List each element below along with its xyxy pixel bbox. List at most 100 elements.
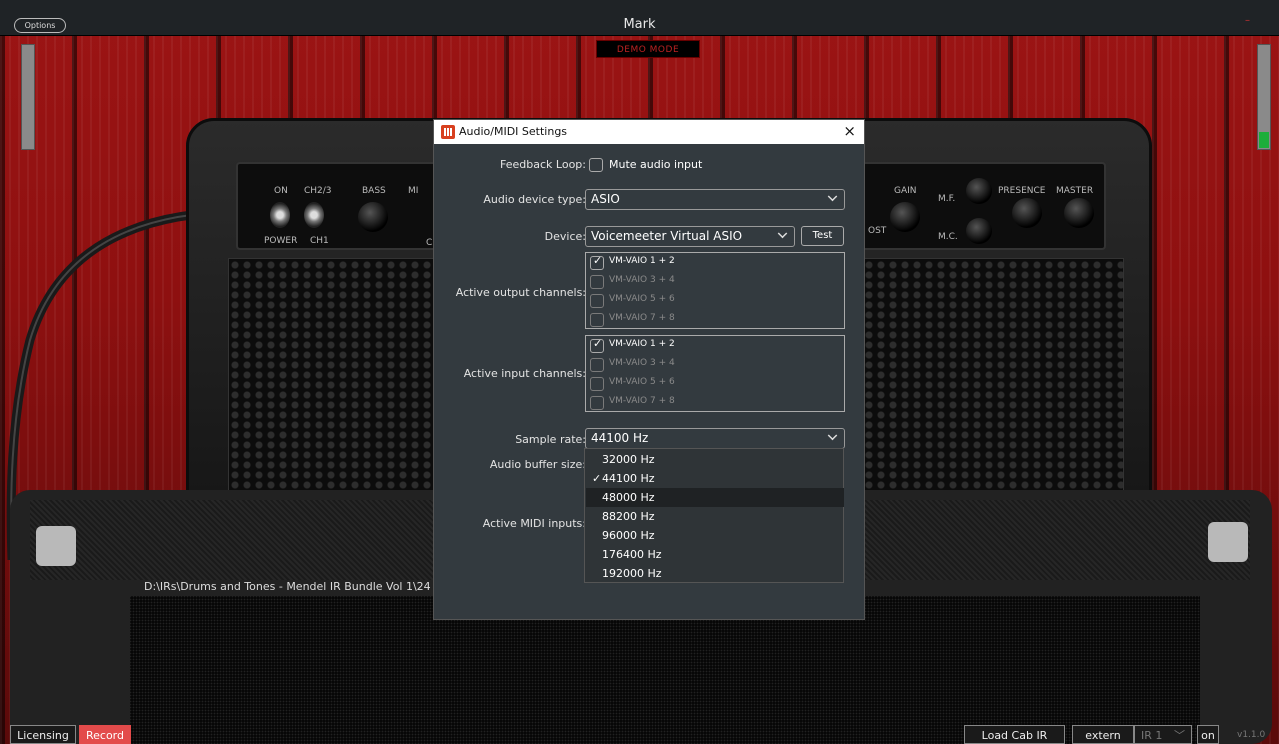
licensing-button[interactable]: Licensing <box>10 725 76 744</box>
input-level-meter <box>21 44 35 150</box>
input-channel-checkbox[interactable] <box>590 377 604 391</box>
mute-audio-label: Mute audio input <box>609 158 703 171</box>
amp-label-on: ON <box>274 186 288 196</box>
output-channel-checkbox[interactable] <box>590 313 604 327</box>
amp-label-gain: GAIN <box>894 186 917 196</box>
amp-label-mc: M.C. <box>938 232 958 242</box>
amp-label-mid: MI <box>408 186 419 196</box>
presence-knob[interactable] <box>1012 198 1042 228</box>
feedback-loop-label: Feedback Loop: <box>500 158 586 171</box>
sample-rate-combo[interactable]: 44100 Hz <box>585 428 845 449</box>
chevron-down-icon <box>827 430 838 441</box>
buffer-size-label: Audio buffer size: <box>489 458 586 471</box>
master-knob[interactable] <box>1064 198 1094 228</box>
power-toggle-switch[interactable] <box>270 202 290 228</box>
output-channel-name: VM-VAIO 1 + 2 <box>609 256 675 266</box>
title-bar: Options Mark – <box>0 0 1279 36</box>
device-type-combo[interactable]: ASIO <box>585 189 845 210</box>
output-channels-list: VM-VAIO 1 + 2 VM-VAIO 3 + 4 VM-VAIO 5 + … <box>585 252 845 329</box>
sample-rate-option[interactable]: 192000 Hz <box>586 564 844 583</box>
sample-rate-option[interactable]: 32000 Hz <box>586 450 844 469</box>
ir-on-button[interactable]: on <box>1197 725 1219 744</box>
input-channels-list: VM-VAIO 1 + 2 VM-VAIO 3 + 4 VM-VAIO 5 + … <box>585 335 845 412</box>
amp-label-power: POWER <box>264 236 298 246</box>
input-channel-checkbox[interactable] <box>590 396 604 410</box>
output-meter-fill <box>1259 132 1269 148</box>
midi-inputs-label: Active MIDI inputs: <box>482 517 586 530</box>
mc-knob[interactable] <box>966 218 992 244</box>
output-channels-label: Active output channels: <box>455 286 586 299</box>
sample-rate-option-label: 192000 Hz <box>602 567 662 580</box>
input-channel-checkbox[interactable] <box>590 358 604 372</box>
sample-rate-option-label: 32000 Hz <box>602 453 655 466</box>
input-channel-name: VM-VAIO 5 + 6 <box>609 377 675 387</box>
amp-label-ch1: CH1 <box>310 236 329 246</box>
record-button[interactable]: Record <box>79 725 131 744</box>
amp-label-presence: PRESENCE <box>998 186 1046 196</box>
device-type-value: ASIO <box>591 192 620 206</box>
ir-slot-select[interactable]: IR 1 ﹀ <box>1134 725 1192 744</box>
dialog-title-bar: Audio/MIDI Settings × <box>434 120 864 144</box>
chevron-down-icon <box>827 191 838 202</box>
output-level-meter <box>1257 44 1271 150</box>
amp-grille-left <box>228 258 440 510</box>
device-value: Voicemeeter Virtual ASIO <box>591 229 743 243</box>
input-channel-checkbox[interactable] <box>590 337 604 353</box>
amp-label-master: MASTER <box>1056 186 1094 196</box>
sample-rate-option[interactable]: 96000 Hz <box>586 526 844 545</box>
sample-rate-option[interactable]: 48000 Hz <box>586 488 844 507</box>
sample-rate-option-label: 88200 Hz <box>602 510 655 523</box>
output-channel-name: VM-VAIO 7 + 8 <box>609 313 675 323</box>
output-channel-name: VM-VAIO 3 + 4 <box>609 275 675 285</box>
input-channel-name: VM-VAIO 1 + 2 <box>609 339 675 349</box>
gain-knob[interactable] <box>890 202 920 232</box>
input-channels-label: Active input channels: <box>463 367 586 380</box>
chevron-down-icon: ﹀ <box>1174 729 1185 742</box>
sample-rate-option[interactable]: 176400 Hz <box>586 545 844 564</box>
output-channel-name: VM-VAIO 5 + 6 <box>609 294 675 304</box>
sample-rate-option-label: 44100 Hz <box>602 472 655 485</box>
amp-label-mf: M.F. <box>938 194 956 204</box>
output-channel-checkbox[interactable] <box>590 254 604 270</box>
sample-rate-option[interactable]: ✓ 44100 Hz <box>586 469 844 488</box>
channel-toggle-switch[interactable] <box>304 202 324 228</box>
test-button[interactable]: Test <box>801 226 844 246</box>
output-channel-checkbox[interactable] <box>590 294 604 308</box>
amp-grille-right <box>862 258 1124 510</box>
sample-rate-option-label: 48000 Hz <box>602 491 655 504</box>
device-combo[interactable]: Voicemeeter Virtual ASIO <box>585 226 795 247</box>
sample-rate-option[interactable]: 88200 Hz <box>586 507 844 526</box>
close-icon[interactable]: × <box>843 122 856 140</box>
mute-audio-checkbox[interactable] <box>589 158 603 172</box>
bass-knob[interactable] <box>358 202 388 232</box>
version-label: v1.1.0 <box>1237 730 1266 740</box>
sample-rate-value: 44100 Hz <box>591 431 649 445</box>
window-title: Mark <box>623 17 656 32</box>
amp-label-boost: OST <box>868 226 887 236</box>
device-type-label: Audio device type: <box>483 193 586 206</box>
cabinet-corner-left <box>36 526 76 566</box>
mf-knob[interactable] <box>966 178 992 204</box>
sample-rate-label: Sample rate: <box>515 433 586 446</box>
demo-mode-badge: DEMO MODE <box>596 40 700 58</box>
checkmark-icon: ✓ <box>592 472 602 485</box>
sample-rate-option-label: 176400 Hz <box>602 548 662 561</box>
minimize-icon[interactable]: – <box>1245 15 1255 26</box>
cabinet-corner-right <box>1208 522 1248 562</box>
amp-label-ch23: CH2/3 <box>304 186 332 196</box>
extern-button[interactable]: extern <box>1072 725 1134 744</box>
app-window: ON CH2/3 BASS MI C POWER CH1 OST GAIN M.… <box>0 0 1279 744</box>
ir-file-path: D:\IRs\Drums and Tones - Mendel IR Bundl… <box>144 580 431 593</box>
sample-rate-dropdown: 32000 Hz ✓ 44100 Hz 48000 Hz 88200 Hz 960… <box>584 448 844 583</box>
amp-label-c: C <box>426 238 433 248</box>
input-channel-name: VM-VAIO 7 + 8 <box>609 396 675 406</box>
device-label: Device: <box>544 230 586 243</box>
dialog-title: Audio/MIDI Settings <box>459 125 568 138</box>
load-cab-ir-button[interactable]: Load Cab IR <box>964 725 1065 744</box>
ir-slot-value: IR 1 <box>1141 729 1163 742</box>
input-channel-name: VM-VAIO 3 + 4 <box>609 358 675 368</box>
output-channel-checkbox[interactable] <box>590 275 604 289</box>
amp-label-bass: BASS <box>362 186 386 196</box>
sample-rate-option-label: 96000 Hz <box>602 529 655 542</box>
chevron-down-icon <box>777 228 788 239</box>
